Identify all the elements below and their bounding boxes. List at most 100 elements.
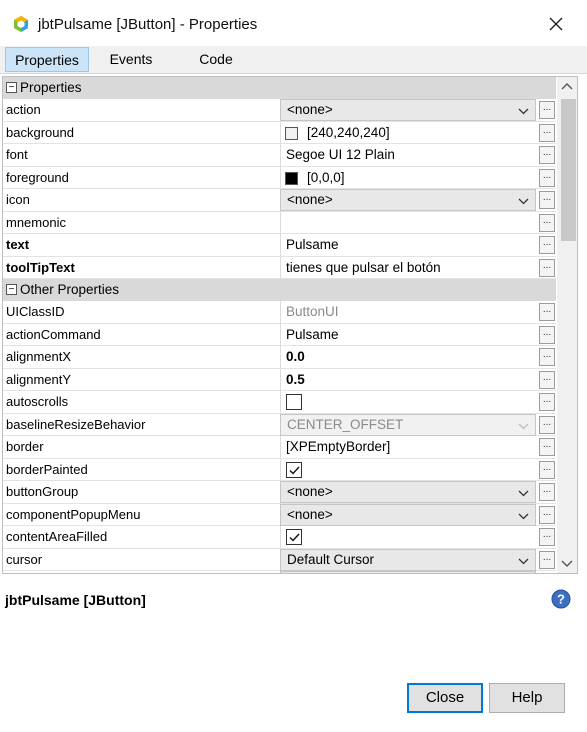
edit-property-button[interactable]: ... bbox=[539, 460, 555, 479]
scroll-up-icon[interactable] bbox=[557, 77, 577, 97]
property-row-buttonGroup[interactable]: buttonGroup <none>... bbox=[3, 481, 556, 504]
tab-code[interactable]: Code bbox=[187, 47, 245, 72]
property-value-combo[interactable]: <none> bbox=[280, 99, 536, 121]
netbeans-logo-icon bbox=[14, 16, 28, 32]
edit-property-button[interactable]: ... bbox=[539, 438, 555, 456]
tab-bar: Properties Events Code bbox=[0, 46, 587, 74]
edit-property-button[interactable]: ... bbox=[539, 236, 555, 254]
property-row-background[interactable]: background [240,240,240]... bbox=[3, 121, 556, 144]
property-row-baselineResizeBehavior[interactable]: baselineResizeBehavior CENTER_OFFSET... bbox=[3, 413, 556, 438]
chevron-down-icon[interactable] bbox=[518, 507, 529, 528]
chevron-down-icon[interactable] bbox=[518, 192, 529, 213]
property-value[interactable]: Pulsame bbox=[280, 234, 536, 256]
edit-property-button[interactable]: ... bbox=[539, 370, 555, 389]
property-name: mnemonic bbox=[6, 214, 66, 230]
check-icon bbox=[289, 466, 300, 475]
property-row-cursor[interactable]: cursor Default Cursor... bbox=[3, 548, 556, 573]
property-value[interactable]: tienes que pulsar el botón bbox=[280, 256, 536, 279]
property-checkbox[interactable] bbox=[286, 461, 302, 478]
scrollbar-thumb[interactable] bbox=[561, 99, 576, 241]
edit-property-button[interactable]: ... bbox=[539, 483, 555, 501]
section-label: Properties bbox=[20, 80, 82, 95]
property-row-actionCommand[interactable]: actionCommand Pulsame... bbox=[3, 323, 556, 346]
edit-property-button[interactable]: ... bbox=[539, 258, 555, 277]
property-row-contentAreaFilled[interactable]: contentAreaFilled... bbox=[3, 526, 556, 549]
edit-property-button[interactable]: ... bbox=[539, 191, 555, 209]
tab-properties[interactable]: Properties bbox=[5, 47, 89, 72]
chevron-down-icon[interactable] bbox=[518, 417, 529, 438]
property-checkbox[interactable] bbox=[286, 394, 302, 410]
edit-property-button[interactable]: ... bbox=[539, 550, 555, 569]
property-row-border[interactable]: border [XPEmptyBorder]... bbox=[3, 436, 556, 459]
property-value[interactable]: [0,0,0] bbox=[280, 166, 536, 189]
property-name: componentPopupMenu bbox=[6, 506, 141, 522]
property-value-combo[interactable]: <none> bbox=[280, 481, 536, 503]
edit-property-button[interactable]: ... bbox=[539, 101, 555, 119]
property-value-combo[interactable]: <none> bbox=[280, 189, 536, 211]
help-button[interactable]: Help bbox=[489, 683, 565, 713]
edit-property-button[interactable]: ... bbox=[539, 123, 555, 142]
edit-property-button[interactable]: ... bbox=[539, 393, 555, 411]
edit-property-button[interactable]: ... bbox=[539, 146, 555, 164]
property-row-UIClassID[interactable]: UIClassID ButtonUI... bbox=[3, 301, 556, 324]
property-name: actionCommand bbox=[6, 326, 101, 342]
window-title: jbtPulsame [JButton] - Properties bbox=[38, 16, 258, 33]
property-row-toolTipText[interactable]: toolTipText tienes que pulsar el botón... bbox=[3, 256, 556, 279]
property-value-combo[interactable]: <none> bbox=[280, 503, 536, 528]
close-window-button[interactable] bbox=[540, 10, 572, 38]
property-row-alignmentY[interactable]: alignmentY 0.5... bbox=[3, 368, 556, 391]
property-row-action[interactable]: action <none>... bbox=[3, 99, 556, 122]
property-row-mnemonic[interactable]: mnemonic... bbox=[3, 211, 556, 234]
tab-events[interactable]: Events bbox=[100, 47, 162, 72]
property-value[interactable] bbox=[280, 526, 536, 548]
edit-property-button[interactable]: ... bbox=[539, 303, 555, 321]
collapse-icon[interactable]: − bbox=[6, 284, 17, 295]
property-name: UIClassID bbox=[6, 304, 65, 319]
property-value[interactable]: 0.5 bbox=[280, 368, 536, 391]
property-value[interactable] bbox=[280, 391, 536, 413]
check-icon bbox=[289, 533, 300, 542]
chevron-down-icon[interactable] bbox=[518, 102, 529, 123]
close-button[interactable]: Close bbox=[407, 683, 483, 713]
property-row-icon[interactable]: icon <none>... bbox=[3, 189, 556, 212]
edit-property-button[interactable]: ... bbox=[539, 415, 555, 434]
property-row-alignmentX[interactable]: alignmentX 0.0... bbox=[3, 346, 556, 369]
chevron-down-icon[interactable] bbox=[518, 484, 529, 505]
edit-property-button[interactable]: ... bbox=[539, 505, 555, 524]
edit-property-button[interactable]: ... bbox=[539, 528, 555, 546]
edit-property-button[interactable]: ... bbox=[539, 325, 555, 344]
property-row-text[interactable]: text Pulsame... bbox=[3, 234, 556, 257]
scroll-down-icon[interactable] bbox=[557, 553, 577, 573]
property-row-autoscrolls[interactable]: autoscrolls... bbox=[3, 391, 556, 414]
property-value[interactable]: [240,240,240] bbox=[280, 121, 536, 144]
property-value-text: <none> bbox=[287, 506, 333, 522]
property-value-combo[interactable]: Default Cursor bbox=[280, 548, 536, 573]
property-value[interactable]: ButtonUI bbox=[280, 301, 536, 323]
property-value[interactable]: Pulsame bbox=[280, 323, 536, 346]
property-row-componentPopupMenu[interactable]: componentPopupMenu <none>... bbox=[3, 503, 556, 528]
property-value[interactable]: [XPEmptyBorder] bbox=[280, 436, 536, 458]
property-value[interactable] bbox=[280, 211, 536, 234]
property-value[interactable] bbox=[280, 458, 536, 481]
chevron-down-icon[interactable] bbox=[518, 552, 529, 573]
property-value-text: [XPEmptyBorder] bbox=[286, 439, 391, 454]
section-properties[interactable]: − Properties bbox=[3, 77, 556, 99]
property-row-font[interactable]: font Segoe UI 12 Plain... bbox=[3, 144, 556, 167]
property-name: toolTipText bbox=[6, 259, 75, 275]
edit-property-button[interactable]: ... bbox=[539, 348, 555, 366]
property-value[interactable]: Segoe UI 12 Plain bbox=[280, 144, 536, 166]
property-row-borderPainted[interactable]: borderPainted... bbox=[3, 458, 556, 481]
collapse-icon[interactable]: − bbox=[6, 82, 17, 93]
edit-property-button[interactable]: ... bbox=[539, 213, 555, 232]
property-name: icon bbox=[6, 192, 30, 207]
vertical-scrollbar[interactable] bbox=[557, 77, 577, 573]
property-checkbox[interactable] bbox=[286, 529, 302, 545]
property-value-text: ButtonUI bbox=[286, 304, 339, 319]
edit-property-button[interactable]: ... bbox=[539, 168, 555, 187]
help-icon[interactable]: ? bbox=[551, 589, 571, 609]
section-other-properties[interactable]: − Other Properties bbox=[3, 279, 556, 301]
property-row-foreground[interactable]: foreground [0,0,0]... bbox=[3, 166, 556, 189]
close-icon bbox=[549, 17, 563, 31]
property-value-combo[interactable]: CENTER_OFFSET bbox=[280, 413, 536, 438]
property-value[interactable]: 0.0 bbox=[280, 346, 536, 368]
